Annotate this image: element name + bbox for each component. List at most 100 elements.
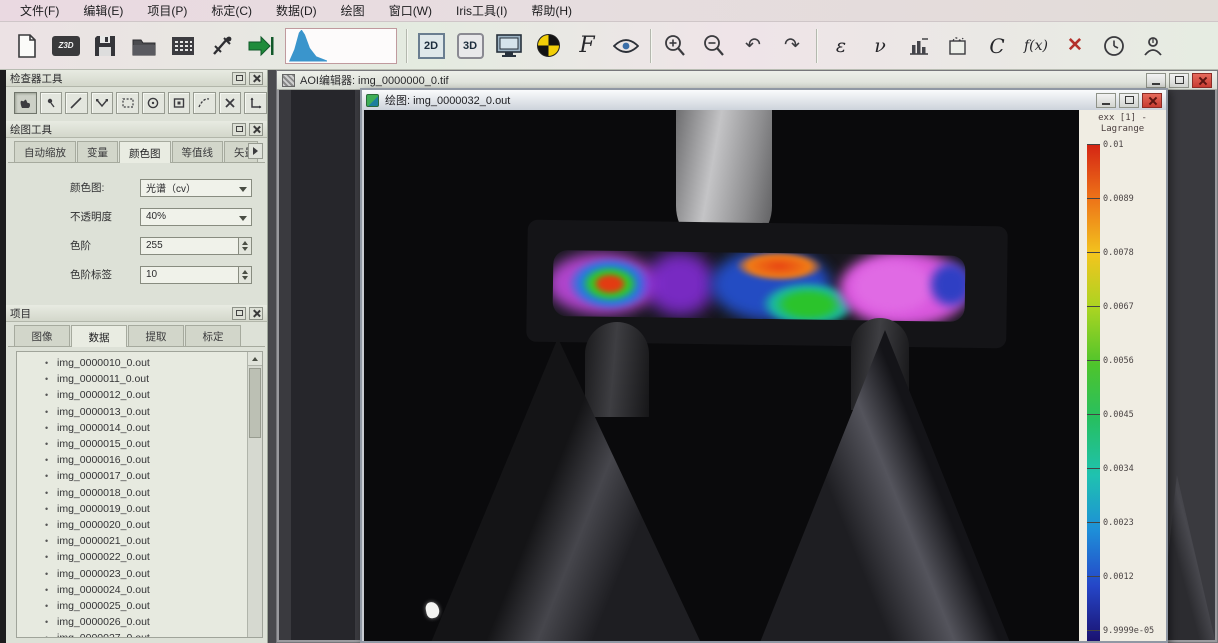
delete-tool-button[interactable] <box>219 92 242 114</box>
list-item[interactable]: • img_0000014_0.out <box>45 420 262 436</box>
list-item[interactable]: • img_0000016_0.out <box>45 452 262 468</box>
poisson-button[interactable]: ν <box>865 31 895 61</box>
menu-item[interactable]: 帮助(H) <box>521 0 582 21</box>
rect-select-tool-button[interactable] <box>116 92 139 114</box>
scroll-up-button[interactable] <box>248 352 262 366</box>
font-button[interactable]: F <box>572 31 602 61</box>
tab-colormap[interactable]: 颜色图 <box>119 141 171 163</box>
float-panel-button[interactable] <box>232 72 246 85</box>
minimize-button[interactable] <box>1146 73 1166 88</box>
list-item[interactable]: • img_0000019_0.out <box>45 501 262 517</box>
list-scrollbar[interactable] <box>247 352 262 637</box>
tab-variable[interactable]: 变量 <box>77 141 118 162</box>
close-panel-button[interactable] <box>249 72 263 85</box>
plot-window[interactable]: 绘图: img_0000032_0.out <box>360 88 1168 643</box>
save-button[interactable] <box>90 31 120 61</box>
menu-item[interactable]: 项目(P) <box>137 0 197 21</box>
target-marker-button[interactable] <box>533 31 563 61</box>
list-item[interactable]: • img_0000024_0.out <box>45 582 262 598</box>
redo-button[interactable]: ↷ <box>777 31 807 61</box>
spinner-arrows[interactable] <box>238 267 251 283</box>
plot-window-titlebar[interactable]: 绘图: img_0000032_0.out <box>362 90 1166 110</box>
menu-item[interactable]: 文件(F) <box>10 0 69 21</box>
close-panel-button[interactable] <box>249 307 263 320</box>
spinner-arrows[interactable] <box>238 238 251 254</box>
view-2d-button[interactable]: 2D <box>416 31 446 61</box>
rect-tool-button[interactable] <box>168 92 191 114</box>
plane-button[interactable] <box>943 31 973 61</box>
caliper-button[interactable] <box>207 31 237 61</box>
view-3d-button[interactable]: 3D <box>455 31 485 61</box>
data-table-button[interactable] <box>168 31 198 61</box>
list-item[interactable]: • img_0000026_0.out <box>45 614 262 630</box>
maximize-button[interactable] <box>1119 93 1139 108</box>
visibility-button[interactable] <box>611 31 641 61</box>
circle-tool-button[interactable] <box>142 92 165 114</box>
list-item[interactable]: • img_0000020_0.out <box>45 517 262 533</box>
chart-button[interactable] <box>904 31 934 61</box>
open-folder-button[interactable] <box>129 31 159 61</box>
new-file-button[interactable] <box>12 31 42 61</box>
minimize-button[interactable] <box>1096 93 1116 108</box>
pan-tool-button[interactable] <box>14 92 37 114</box>
close-panel-button[interactable] <box>249 123 263 136</box>
list-item[interactable]: • img_0000025_0.out <box>45 598 262 614</box>
remove-button[interactable]: ✕ <box>1060 31 1090 61</box>
list-item[interactable]: • img_0000012_0.out <box>45 387 262 403</box>
point-tool-button[interactable] <box>40 92 63 114</box>
menu-item[interactable]: 绘图 <box>331 0 375 21</box>
strain-button[interactable]: ε <box>826 31 856 61</box>
menu-item[interactable]: 标定(C) <box>201 0 262 21</box>
menu-item[interactable]: 数据(D) <box>266 0 327 21</box>
tab-autoscale[interactable]: 自动缩放 <box>14 141 76 162</box>
level-labels-spinner[interactable]: 10 <box>140 266 252 284</box>
polyline-tool-button[interactable] <box>91 92 114 114</box>
list-item[interactable]: • img_0000023_0.out <box>45 565 262 581</box>
tab-images[interactable]: 图像 <box>14 325 70 346</box>
function-button[interactable]: f(x) <box>1021 31 1051 61</box>
list-item[interactable]: • img_0000015_0.out <box>45 436 262 452</box>
list-item[interactable]: • img_0000017_0.out <box>45 468 262 484</box>
tab-data[interactable]: 数据 <box>71 325 127 347</box>
zoom-out-button[interactable] <box>699 31 729 61</box>
dic-image-view[interactable] <box>364 110 1079 641</box>
user-button[interactable] <box>1138 31 1168 61</box>
levels-spinner[interactable]: 255 <box>140 237 252 255</box>
histogram-widget[interactable] <box>285 28 397 64</box>
list-item[interactable]: • img_0000022_0.out <box>45 549 262 565</box>
zoom-in-button[interactable] <box>660 31 690 61</box>
float-panel-button[interactable] <box>232 307 246 320</box>
list-item[interactable]: • img_0000013_0.out <box>45 404 262 420</box>
project-panel-titlebar[interactable]: 项目 <box>6 305 267 322</box>
line-tool-button[interactable] <box>65 92 88 114</box>
inspector-panel-titlebar[interactable]: 检查器工具 <box>6 70 267 87</box>
colormap-dropdown[interactable]: 光谱（cv） <box>140 179 252 197</box>
spline-tool-button[interactable] <box>193 92 216 114</box>
menu-item[interactable]: 窗口(W) <box>379 0 442 21</box>
opacity-dropdown[interactable]: 40% <box>140 208 252 226</box>
correlation-button[interactable]: C <box>982 31 1012 61</box>
tab-scroll-button[interactable] <box>248 143 263 159</box>
time-button[interactable] <box>1099 31 1129 61</box>
display-button[interactable] <box>494 31 524 61</box>
run-button[interactable] <box>246 31 276 61</box>
tab-calibration[interactable]: 标定 <box>185 325 241 346</box>
axis-tool-button[interactable] <box>244 92 267 114</box>
list-item[interactable]: • img_0000018_0.out <box>45 485 262 501</box>
tab-contour[interactable]: 等值线 <box>172 141 224 162</box>
z3d-project-button[interactable]: Z3D <box>51 31 81 61</box>
float-panel-button[interactable] <box>232 123 246 136</box>
data-file-list[interactable]: • img_0000010_0.out • img_0000011_0.out … <box>16 351 263 638</box>
list-item[interactable]: • img_0000027_0.out <box>45 630 262 638</box>
close-button[interactable] <box>1192 73 1212 88</box>
undo-button[interactable]: ↶ <box>738 31 768 61</box>
list-item[interactable]: • img_0000011_0.out <box>45 371 262 387</box>
menu-item[interactable]: 编辑(E) <box>73 0 133 21</box>
plot-tools-titlebar[interactable]: 绘图工具 <box>6 121 267 138</box>
maximize-button[interactable] <box>1169 73 1189 88</box>
menu-item[interactable]: Iris工具(I) <box>446 0 517 21</box>
list-item[interactable]: • img_0000021_0.out <box>45 533 262 549</box>
scrollbar-thumb[interactable] <box>249 368 261 438</box>
list-item[interactable]: • img_0000010_0.out <box>45 355 262 371</box>
close-button[interactable] <box>1142 93 1162 108</box>
